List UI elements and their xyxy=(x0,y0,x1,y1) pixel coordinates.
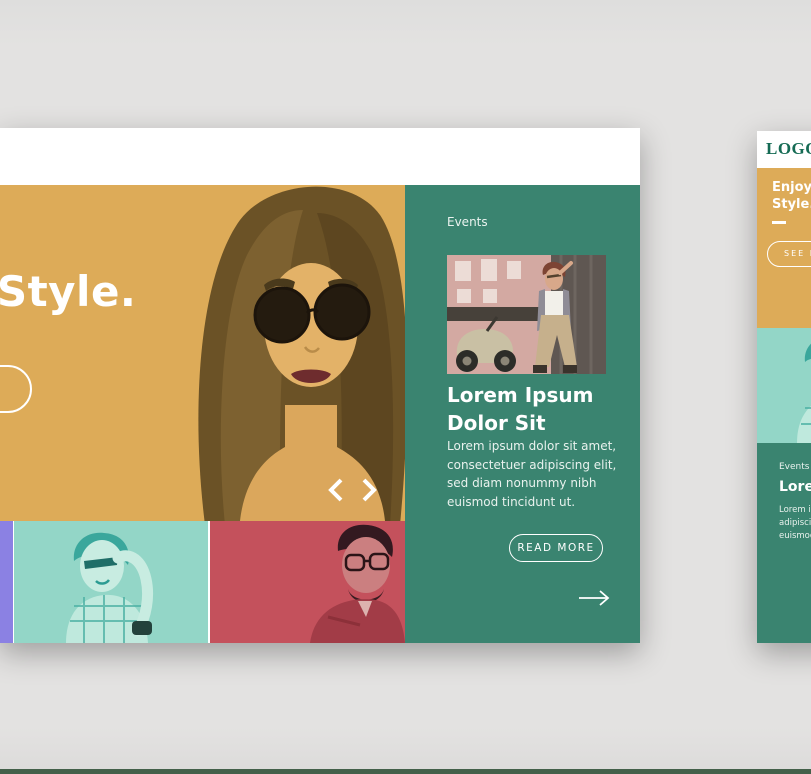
mobile-event-body-line: euismod tincidunt ut. xyxy=(779,530,811,543)
logo[interactable]: LOGO xyxy=(766,139,811,159)
gallery-thumb-teal-woman xyxy=(14,521,208,643)
mobile-event-body-line: Lorem ipsum dolor sit amet, consectetuer xyxy=(779,504,811,517)
gallery-thumb-purple xyxy=(0,521,13,643)
mobile-hero-banner: Enjoy Style. SEE MORE xyxy=(757,168,811,328)
mobile-hero-photo-fragment xyxy=(797,280,811,328)
gallery-thumb-red-man xyxy=(210,521,405,643)
event-body-line: sed diam nonummy nibh xyxy=(447,474,617,493)
chevron-left-icon[interactable] xyxy=(326,477,346,503)
gallery-row xyxy=(0,521,405,643)
events-label: Events xyxy=(447,215,488,229)
desktop-header: Home About Gallery Blog Contact xyxy=(0,128,640,185)
event-body-line: consectetuer adipiscing elit, xyxy=(447,456,617,475)
event-heading-line: Dolor Sit xyxy=(447,409,593,437)
mobile-see-more-button[interactable]: SEE MORE xyxy=(767,241,811,267)
event-body-line: euismod tincidunt ut. xyxy=(447,493,617,512)
events-sidebar: Events xyxy=(405,185,640,643)
mobile-events-label: Events xyxy=(779,462,809,472)
mobile-header: LOGO xyxy=(757,131,811,168)
event-body-text: Lorem ipsum dolor sit amet, consectetuer… xyxy=(447,437,617,511)
mobile-teal-photo xyxy=(757,328,811,443)
hero-woman-photo xyxy=(185,185,405,521)
event-heading: Lorem Ipsum Dolor Sit xyxy=(447,381,593,437)
bottom-section-edge xyxy=(0,769,811,774)
hero-banner: Enjoy Style. SEE MORE xyxy=(0,185,405,521)
event-body-line: Lorem ipsum dolor sit amet, xyxy=(447,437,617,456)
arrow-right-icon[interactable] xyxy=(577,589,611,607)
mobile-hero-heading-line: Style. xyxy=(772,197,811,214)
mobile-event-body-text: Lorem ipsum dolor sit amet, consectetuer… xyxy=(779,504,811,544)
event-heading-line: Lorem Ipsum xyxy=(447,381,593,409)
see-more-button[interactable]: SEE MORE xyxy=(0,365,32,413)
mobile-event-heading: Lorem Ipsum Dolor Sit xyxy=(779,479,811,495)
mobile-mockup: LOGO Enjoy Style. SEE MORE xyxy=(757,131,811,643)
event-photo xyxy=(447,255,606,374)
hero-heading: Enjoy Style. xyxy=(0,267,136,316)
heading-underline xyxy=(772,221,786,224)
mobile-events-section: Events Lorem Ipsum Dolor Sit Lorem ipsum… xyxy=(757,443,811,643)
mobile-hero-heading: Enjoy Style. xyxy=(772,180,811,214)
chevron-right-icon[interactable] xyxy=(359,477,379,503)
desktop-mockup: Home About Gallery Blog Contact xyxy=(0,128,640,643)
design-canvas: Home About Gallery Blog Contact xyxy=(0,0,811,774)
mobile-event-body-line: adipiscing elit, sed diam nonummy nibh xyxy=(779,517,811,530)
mobile-hero-heading-line: Enjoy xyxy=(772,180,811,197)
read-more-button[interactable]: READ MORE xyxy=(509,534,603,562)
